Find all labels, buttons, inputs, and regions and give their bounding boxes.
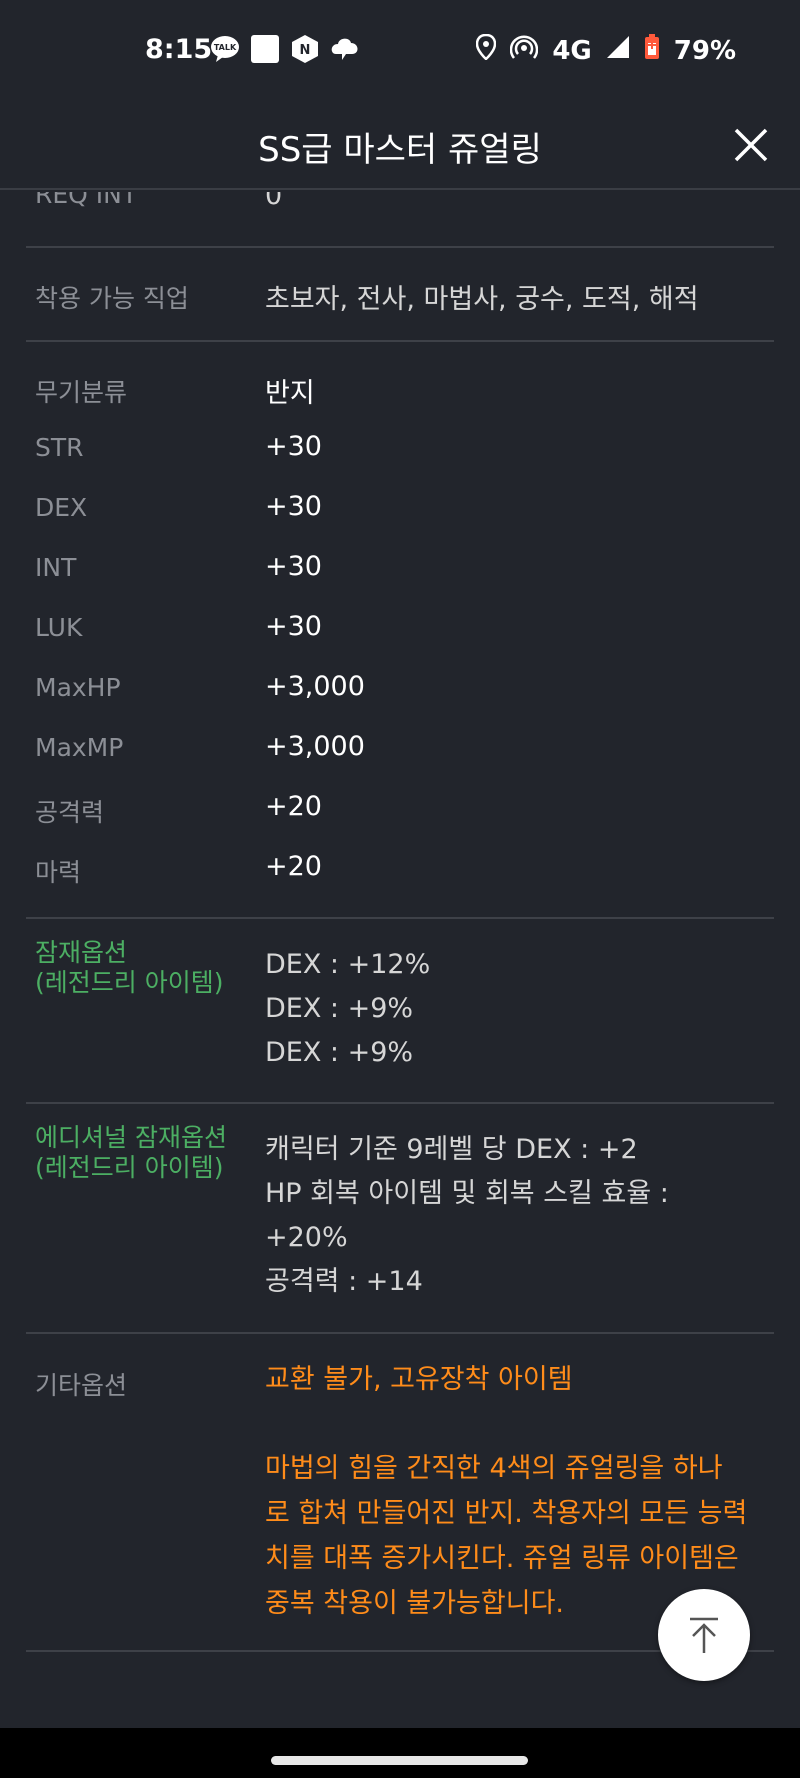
- additional-potential-label: 에디셔널 잠재옵션 (레전드리 아이템): [35, 1123, 227, 1183]
- potential-value: DEX : +12%: [265, 949, 431, 980]
- additional-potential-value: +20%: [265, 1222, 348, 1253]
- stat-label-int: INT: [35, 553, 77, 582]
- additional-potential-label-line2: (레전드리 아이템): [35, 1153, 224, 1182]
- stat-value-maxmp: +3,000: [265, 731, 365, 762]
- item-description-line: 치를 대폭 증가시킨다. 쥬얼 링류 아이템은: [265, 1543, 739, 1574]
- stat-value-attack: +20: [265, 791, 322, 822]
- scroll-to-top-button[interactable]: [658, 1589, 750, 1681]
- battery-percent: 79%: [673, 35, 736, 66]
- signal-icon: [606, 35, 630, 66]
- close-icon: [734, 128, 768, 162]
- divider: [26, 917, 774, 919]
- network-type: 4G: [552, 35, 592, 66]
- stat-label-dex: DEX: [35, 493, 88, 522]
- stat-value-magic: +20: [265, 851, 322, 882]
- cloud-app-icon: [330, 34, 360, 64]
- stat-label-maxmp: MaxMP: [35, 733, 124, 762]
- status-right: 4G 79%: [476, 33, 736, 67]
- status-bar: 8:15 TALK N 4G 79%: [0, 0, 800, 100]
- divider: [26, 340, 774, 342]
- potential-label-line1: 잠재옵션: [35, 938, 128, 967]
- other-options-label: 기타옵션: [35, 1371, 128, 1400]
- req-int-label: REQ INT: [35, 192, 138, 209]
- notification-icons: TALK N: [210, 34, 360, 64]
- page-title: SS급 마스터 쥬얼링: [258, 130, 542, 170]
- stat-value-luk: +30: [265, 611, 322, 642]
- system-nav-bar: [0, 1728, 800, 1778]
- status-time: 8:15: [145, 34, 213, 65]
- potential-label-line2: (레전드리 아이템): [35, 968, 224, 997]
- hotspot-icon: [510, 34, 539, 67]
- stat-label-maxhp: MaxHP: [35, 673, 121, 702]
- svg-text:N: N: [300, 43, 311, 58]
- potential-value: DEX : +9%: [265, 1037, 414, 1068]
- potential-values: DEX : +12% DEX : +9% DEX : +9%: [265, 943, 430, 1075]
- jobs-label: 착용 가능 직업: [35, 284, 189, 313]
- divider: [26, 1102, 774, 1104]
- battery-icon: [644, 34, 660, 67]
- arrow-up-icon: [690, 1617, 718, 1653]
- location-icon: [476, 33, 497, 67]
- additional-potential-value: 캐릭터 기준 9레벨 당 DEX : +2: [265, 1134, 638, 1165]
- stat-value-int: +30: [265, 551, 322, 582]
- additional-potential-value: 공격력 : +14: [265, 1266, 423, 1297]
- home-indicator[interactable]: [271, 1756, 528, 1765]
- stat-label-attack: 공격력: [35, 798, 105, 827]
- additional-potential-label-line1: 에디셔널 잠재옵션: [35, 1123, 227, 1152]
- naver-icon: N: [290, 34, 320, 64]
- stat-value-weapon-type: 반지: [265, 378, 315, 409]
- potential-label: 잠재옵션 (레전드리 아이템): [35, 938, 223, 998]
- stat-value-dex: +30: [265, 491, 322, 522]
- divider: [26, 1332, 774, 1334]
- close-button[interactable]: [730, 124, 772, 166]
- additional-potential-values: 캐릭터 기준 9레벨 당 DEX : +2 HP 회복 아이템 및 회복 스킬 …: [265, 1128, 765, 1304]
- additional-potential-value: HP 회복 아이템 및 회복 스킬 효율 :: [265, 1178, 669, 1209]
- screen: 8:15 TALK N 4G 79% SS급 마스터 쥬얼링 REQ INT 0…: [0, 0, 800, 1778]
- talk-icon: TALK: [210, 34, 240, 64]
- other-options-value: 교환 불가, 고유장착 아이템: [265, 1364, 573, 1395]
- divider: [26, 246, 774, 248]
- app-header: SS급 마스터 쥬얼링: [0, 100, 800, 190]
- square-icon: [250, 34, 280, 64]
- item-detail-content[interactable]: REQ INT 0 착용 가능 직업 초보자, 전사, 마법사, 궁수, 도적,…: [0, 192, 800, 1728]
- item-description-line: 로 합쳐 만들어진 반지. 착용자의 모든 능력: [265, 1498, 748, 1529]
- stat-value-maxhp: +3,000: [265, 671, 365, 702]
- svg-text:TALK: TALK: [214, 43, 237, 52]
- stat-label-str: STR: [35, 433, 84, 462]
- stat-label-magic: 마력: [35, 858, 82, 887]
- stat-label-luk: LUK: [35, 613, 83, 642]
- req-int-value: 0: [265, 192, 283, 211]
- potential-value: DEX : +9%: [265, 993, 414, 1024]
- item-description-line: 마법의 힘을 간직한 4색의 쥬얼링을 하나: [265, 1453, 723, 1484]
- jobs-value: 초보자, 전사, 마법사, 궁수, 도적, 해적: [265, 284, 699, 315]
- stat-label-weapon-type: 무기분류: [35, 378, 128, 407]
- stat-value-str: +30: [265, 431, 322, 462]
